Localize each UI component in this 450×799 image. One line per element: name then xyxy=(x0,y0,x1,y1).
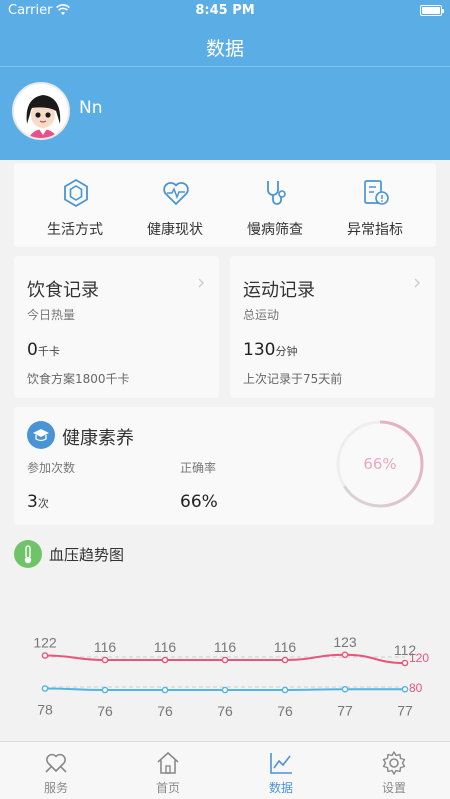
exercise-record-card[interactable]: 运动记录 总运动 130分钟 上次记录于75天前 xyxy=(230,256,435,398)
settings-icon xyxy=(382,751,406,775)
exercise-subtitle: 总运动 xyxy=(243,308,280,322)
bp-point-0-6 xyxy=(401,659,409,667)
bp-trend-title: 血压趋势图 xyxy=(49,546,125,564)
bp-value-label-1-1: 76 xyxy=(97,703,113,719)
menu-item-abnormal-indicators[interactable]: 异常指标 xyxy=(325,163,425,247)
status-bar: Carrier 8:45 PM xyxy=(0,0,450,22)
quick-menu: 生活方式 健康现状 慢病筛查 异常指标 xyxy=(14,163,436,247)
hexagon-icon xyxy=(64,178,88,208)
bp-value-label-1-2: 76 xyxy=(157,703,173,719)
tab-label-home: 首页 xyxy=(155,781,180,795)
menu-item-chronic-screening[interactable]: 慢病筛查 xyxy=(225,163,325,247)
exercise-unit: 分钟 xyxy=(275,345,298,358)
chevron-right-icon xyxy=(414,278,420,288)
tab-label-settings: 设置 xyxy=(381,781,406,795)
thermometer-icon xyxy=(14,540,42,568)
avatar[interactable] xyxy=(12,82,70,140)
bp-value-label-0-6: 112 xyxy=(394,642,417,658)
tab-home[interactable]: 首页 xyxy=(112,742,224,799)
bp-value-label-0-2: 116 xyxy=(154,639,177,655)
tab-settings[interactable]: 设置 xyxy=(338,742,450,799)
alert-report-icon xyxy=(364,180,389,205)
bp-point-1-6 xyxy=(401,685,409,693)
header: Carrier 8:45 PM 数据 Nn xyxy=(0,0,450,160)
health-literacy-title: 健康素养 xyxy=(62,428,134,449)
tab-service[interactable]: 服务 xyxy=(0,742,112,799)
menu-item-health-status[interactable]: 健康现状 xyxy=(125,163,225,247)
reference-label-80: 80 xyxy=(409,681,423,695)
bp-point-0-4 xyxy=(281,656,289,664)
battery-icon xyxy=(420,5,444,16)
bp-value-label-0-5: 123 xyxy=(333,634,357,650)
graduation-cap-icon xyxy=(27,421,55,449)
bp-point-0-5 xyxy=(341,651,349,659)
bp-point-0-0 xyxy=(41,652,49,659)
bp-point-1-1 xyxy=(101,686,109,694)
diet-record-card[interactable]: 饮食记录 今日热量 0千卡 饮食方案1800千卡 xyxy=(14,256,219,398)
participation-unit: 次 xyxy=(37,497,49,510)
avatar-image xyxy=(14,84,68,138)
bp-value-label-0-1: 116 xyxy=(94,639,117,655)
menu-label-lifestyle: 生活方式 xyxy=(47,222,103,238)
exercise-value: 130分钟 xyxy=(243,340,298,360)
menu-label-health-status: 健康现状 xyxy=(147,222,203,238)
accuracy-label: 正确率 xyxy=(180,461,217,475)
bp-value-label-1-4: 76 xyxy=(277,703,293,719)
chevron-right-icon xyxy=(198,278,204,288)
service-icon xyxy=(45,753,67,773)
tab-label-service: 服务 xyxy=(43,781,68,795)
bp-point-1-3 xyxy=(221,686,229,694)
diet-value: 0千卡 xyxy=(27,340,60,360)
bp-value-label-0-4: 116 xyxy=(274,639,297,655)
stethoscope-icon xyxy=(267,181,286,205)
bp-value-label-0-3: 116 xyxy=(214,639,237,655)
menu-label-chronic-screening: 慢病筛查 xyxy=(247,222,303,238)
tab-data[interactable]: 数据 xyxy=(225,742,337,799)
bp-value-label-1-6: 77 xyxy=(397,702,413,718)
header-divider xyxy=(0,66,450,67)
accuracy-value: 66% xyxy=(180,492,218,512)
health-literacy-card[interactable]: 健康素养 参加次数 正确率 3次 66% 66% xyxy=(14,407,434,525)
user-name[interactable]: Nn xyxy=(79,98,103,118)
diet-unit: 千卡 xyxy=(37,345,60,358)
accuracy-ring-text: 66% xyxy=(363,455,397,473)
bp-trend-chart: 12080122 116 116 116 116 12311278 76 76 76 76 77 77 xyxy=(33,634,429,719)
bp-point-1-0 xyxy=(41,685,49,692)
bp-point-1-5 xyxy=(341,685,349,693)
bp-point-0-3 xyxy=(221,656,229,664)
participation-label: 参加次数 xyxy=(27,461,76,475)
bp-value-label-0-0: 122 xyxy=(33,635,57,651)
bp-point-0-1 xyxy=(101,656,109,664)
home-icon xyxy=(157,751,179,774)
participation-value: 3次 xyxy=(27,492,49,512)
bp-point-0-2 xyxy=(161,656,169,664)
diet-subtitle: 今日热量 xyxy=(27,308,76,322)
bp-value-label-1-5: 77 xyxy=(337,702,353,718)
heart-pulse-icon xyxy=(163,182,189,205)
page-title: 数据 xyxy=(205,38,244,60)
bp-point-1-2 xyxy=(161,686,169,694)
exercise-title: 运动记录 xyxy=(243,280,315,301)
chart-icon xyxy=(270,753,292,774)
menu-label-abnormal-indicators: 异常指标 xyxy=(347,222,403,238)
diet-footer: 饮食方案1800千卡 xyxy=(27,372,130,386)
tab-label-data: 数据 xyxy=(268,781,293,795)
menu-item-lifestyle[interactable]: 生活方式 xyxy=(25,163,125,247)
bp-point-1-4 xyxy=(281,686,289,694)
exercise-footer: 上次记录于75天前 xyxy=(243,372,343,386)
status-time: 8:45 PM xyxy=(195,3,255,18)
diet-title: 饮食记录 xyxy=(27,280,99,301)
tab-bar: 服务 首页 数据 设置 xyxy=(0,741,450,799)
bp-value-label-1-0: 78 xyxy=(37,702,53,718)
bp-value-label-1-3: 76 xyxy=(217,703,233,719)
